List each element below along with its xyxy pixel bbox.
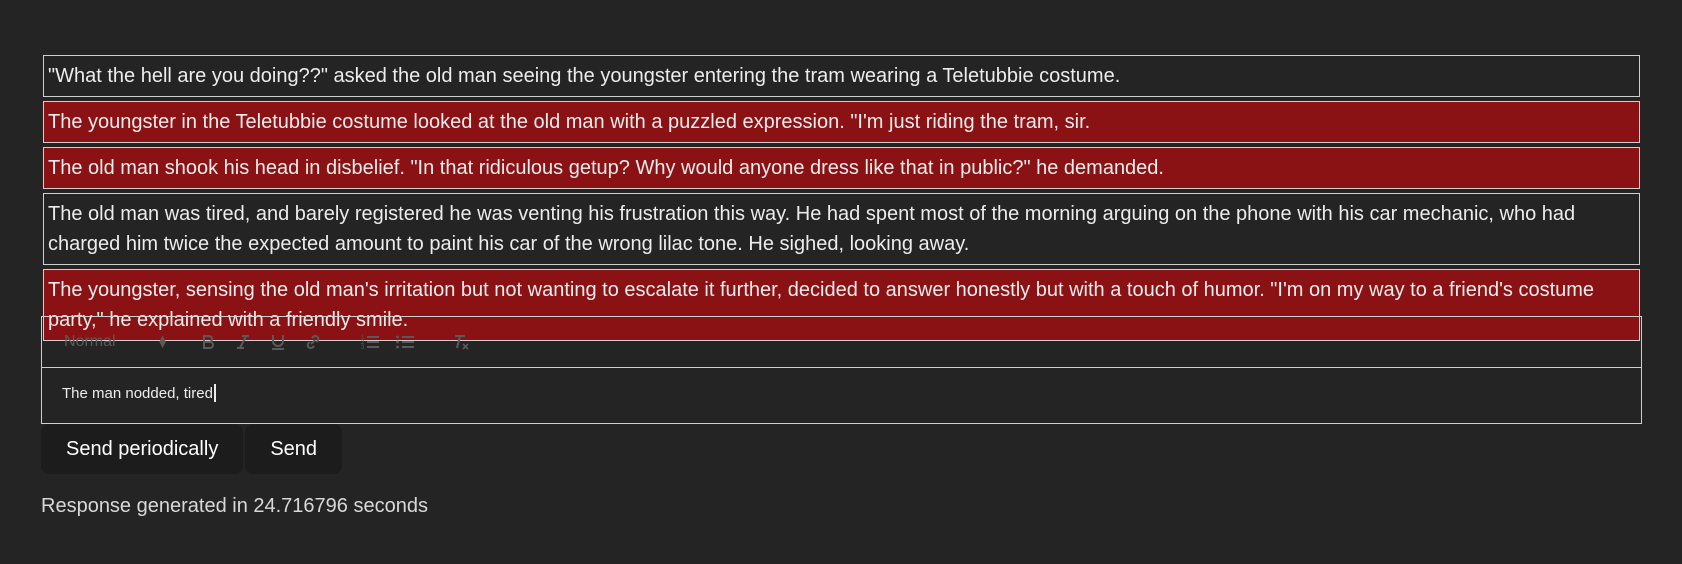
editor-toolbar: Normal ▲ ▼ 123 [41,316,1642,368]
ai-message: The old man shook his head in disbelief.… [43,147,1640,189]
user-message: "What the hell are you doing??" asked th… [43,55,1640,97]
format-select-value: Normal [64,333,116,350]
send-button[interactable]: Send [245,424,343,474]
text-caret [213,384,216,402]
message-input[interactable]: The man nodded, tired [41,368,1642,424]
link-icon[interactable] [299,328,327,356]
user-message: The old man was tired, and barely regist… [43,193,1640,265]
select-arrows-icon: ▲ ▼ [157,333,168,351]
italic-icon[interactable] [229,328,257,356]
send-periodically-button[interactable]: Send periodically [41,424,244,474]
svg-text:3: 3 [361,345,365,351]
message-input-text: The man nodded, tired [62,385,213,402]
bullet-list-icon[interactable] [391,328,419,356]
ordered-list-icon[interactable]: 123 [356,328,384,356]
action-buttons: Send periodically Send [41,424,344,474]
clear-format-icon[interactable] [448,328,476,356]
response-time-status: Response generated in 24.716796 seconds [41,495,428,517]
underline-icon[interactable] [264,328,292,356]
message-list: "What the hell are you doing??" asked th… [43,55,1640,345]
rich-text-editor: Normal ▲ ▼ 123 The man nodded, tired [41,316,1642,424]
format-select[interactable]: Normal ▲ ▼ [64,329,168,355]
bold-icon[interactable] [194,328,222,356]
ai-message: The youngster in the Teletubbie costume … [43,101,1640,143]
